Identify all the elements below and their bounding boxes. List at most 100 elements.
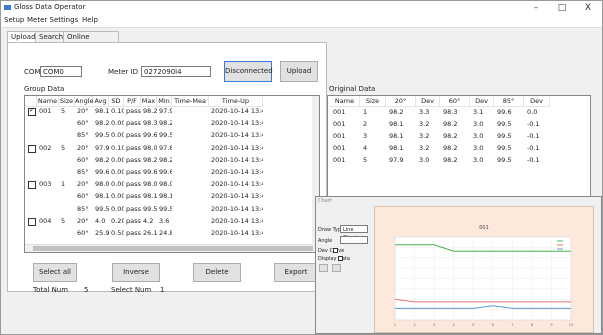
maximize-button[interactable]: □ xyxy=(553,2,571,14)
table-cell: 20° xyxy=(77,107,89,115)
original-col-header[interactable]: Name xyxy=(330,96,360,107)
x-tick-label: 4 xyxy=(453,323,456,327)
group-col-header[interactable]: Time-Mea xyxy=(172,96,209,107)
table-cell: 98.2 xyxy=(389,108,404,116)
table-cell: 2020-10-14 13:46:3 xyxy=(211,119,263,128)
table-row[interactable]: 60°98.20.00pass98.398.22020-10-14 13:46:… xyxy=(25,119,319,128)
table-cell: 2020-10-14 13:46:3 xyxy=(211,131,263,140)
popup-next-button[interactable] xyxy=(332,264,341,272)
original-col-header[interactable]: Dev xyxy=(524,96,550,107)
horizontal-scrollbar[interactable] xyxy=(25,244,319,252)
inverse-button[interactable]: Inverse xyxy=(112,263,160,282)
display-data-checkbox[interactable] xyxy=(338,256,343,261)
original-col-header[interactable]: Size xyxy=(360,96,386,107)
com-input[interactable]: COM0 xyxy=(40,66,82,77)
dev-curve-checkbox[interactable] xyxy=(333,248,338,253)
table-row[interactable]: 60°98.10.00pass98.198.12020-10-14 13:46:… xyxy=(25,192,319,201)
table-cell: pass xyxy=(126,168,141,176)
table-cell: 1 xyxy=(363,108,368,116)
group-col-header[interactable]: Name xyxy=(37,96,59,107)
table-cell: pass xyxy=(126,131,141,140)
table-cell: 98.2 xyxy=(143,155,157,164)
com-label: COM xyxy=(24,68,41,76)
table-cell: 4.0 xyxy=(95,216,106,225)
table-row[interactable]: 004 5 20° 4.0 0.20pass4.2 3.6 2020-10-14 13:46… xyxy=(25,217,319,226)
table-row[interactable]: 60° 25.90.50pass26.124.8 2020-10-14 13:46:… xyxy=(25,229,319,238)
x-tick-label: 5 xyxy=(472,323,474,327)
group-col-header[interactable]: Angle xyxy=(75,96,94,107)
row-checkbox[interactable] xyxy=(28,217,36,226)
group-col-header[interactable]: Avg xyxy=(93,96,109,107)
minimize-button[interactable]: – xyxy=(527,2,545,14)
total-num-value: 5 xyxy=(84,286,89,294)
original-col-header[interactable]: Dev xyxy=(416,96,440,107)
group-col-header[interactable]: Max xyxy=(141,96,157,107)
table-cell: -0.1 xyxy=(527,120,540,128)
table-cell: 98.1 xyxy=(95,107,109,115)
table-cell xyxy=(174,119,209,128)
table-cell: 99.6 xyxy=(497,108,512,116)
popup-prev-button[interactable] xyxy=(319,264,328,272)
menu-help[interactable]: Help xyxy=(82,16,98,24)
table-cell: 98.2 xyxy=(95,119,109,128)
group-col-header[interactable]: SD xyxy=(109,96,124,107)
table-cell: pass xyxy=(126,216,141,225)
angle-select[interactable] xyxy=(340,236,368,244)
upload-button[interactable]: Upload xyxy=(280,61,318,82)
x-tick-label: 6 xyxy=(492,323,494,327)
row-checkbox[interactable] xyxy=(28,106,36,116)
delete-button[interactable]: Delete xyxy=(193,263,241,282)
table-cell: 98.2 xyxy=(443,144,458,152)
group-col-header[interactable]: Min xyxy=(157,96,172,107)
draw-type-select[interactable]: Line Chart xyxy=(340,225,368,241)
table-cell xyxy=(61,205,75,214)
group-col-header[interactable]: P/F xyxy=(124,96,141,107)
table-cell: 98.0 xyxy=(95,180,109,189)
row-checkbox[interactable] xyxy=(28,181,36,190)
table-cell xyxy=(174,229,209,238)
table-row[interactable]: 85°99.50.00pass99.599.52020-10-14 13:46:… xyxy=(25,205,319,214)
table-cell xyxy=(174,131,209,140)
table-cell: 4.2 xyxy=(143,216,154,225)
table-cell: 98.3 xyxy=(143,119,157,128)
table-cell xyxy=(174,192,209,201)
table-row[interactable]: 001 2 98.1 3.2 98.2 3.0 99.5 -0.1 xyxy=(328,120,590,129)
table-row[interactable]: 002 5 20° 97.90.10pass98.097.8 2020-10-14 13… xyxy=(25,144,319,153)
group-col-header[interactable]: Size xyxy=(59,96,75,107)
table-row[interactable]: 001 1 98.2 3.3 98.3 3.1 99.6 0.0 xyxy=(328,108,590,117)
scroll-thumb[interactable] xyxy=(33,246,313,251)
table-cell xyxy=(61,229,75,238)
table-cell: 2020-10-14 13:46:3 xyxy=(211,143,263,152)
table-row[interactable]: 003120°98.00.00pass98.098.02020-10-14 13… xyxy=(25,180,319,190)
meter-id-input[interactable]: 0272090l4 xyxy=(141,66,211,77)
export-button[interactable]: Export xyxy=(274,263,318,282)
table-cell: 0.00 xyxy=(111,131,124,140)
row-checkbox[interactable] xyxy=(28,144,36,153)
group-data-grid[interactable]: Name Size Angle Avg SD P/F Max Min Time-Mea Time-… xyxy=(24,95,320,253)
table-row[interactable]: 001 5 97.9 3.0 98.2 3.0 99.5 -0.1 xyxy=(328,156,590,165)
table-row[interactable]: 85°99.50.00pass99.699.52020-10-14 13:46:… xyxy=(25,131,319,140)
original-col-header[interactable]: Dev xyxy=(470,96,494,107)
select-all-button[interactable]: Select all xyxy=(33,263,77,282)
menu-meter-settings[interactable]: Meter Settings xyxy=(27,16,78,24)
menu-setup[interactable]: Setup xyxy=(4,16,24,24)
table-cell: 0.50 xyxy=(111,229,124,237)
table-cell xyxy=(39,156,59,165)
table-cell: 99.5 xyxy=(497,144,512,152)
table-row[interactable]: 60°98.20.00pass98.298.22020-10-14 13:46:… xyxy=(25,156,319,165)
table-cell xyxy=(61,131,75,140)
close-button[interactable]: X xyxy=(579,2,597,14)
table-cell: 98.1 xyxy=(159,192,172,201)
table-cell: 26.1 xyxy=(143,229,157,237)
disconnect-button[interactable]: Disconnected xyxy=(224,61,273,82)
table-row[interactable]: 001 5 20° 98.10.10pass98.297.9 2020-10-14 13… xyxy=(25,106,319,116)
table-cell: 3.0 xyxy=(419,156,430,164)
table-row[interactable]: 001 3 98.1 3.2 98.2 3.0 99.5 -0.1 xyxy=(328,132,590,141)
table-row[interactable]: 85°99.60.00pass99.699.62020-10-14 13:46:… xyxy=(25,168,319,177)
table-cell: 2 xyxy=(363,120,368,128)
group-col-header[interactable]: Time-Up xyxy=(209,96,263,107)
table-row[interactable]: 001 4 98.1 3.2 98.2 3.0 99.5 -0.1 xyxy=(328,144,590,153)
original-col-header[interactable]: 20° xyxy=(386,96,416,107)
original-col-header[interactable]: 85° xyxy=(494,96,524,107)
original-col-header[interactable]: 60° xyxy=(440,96,470,107)
